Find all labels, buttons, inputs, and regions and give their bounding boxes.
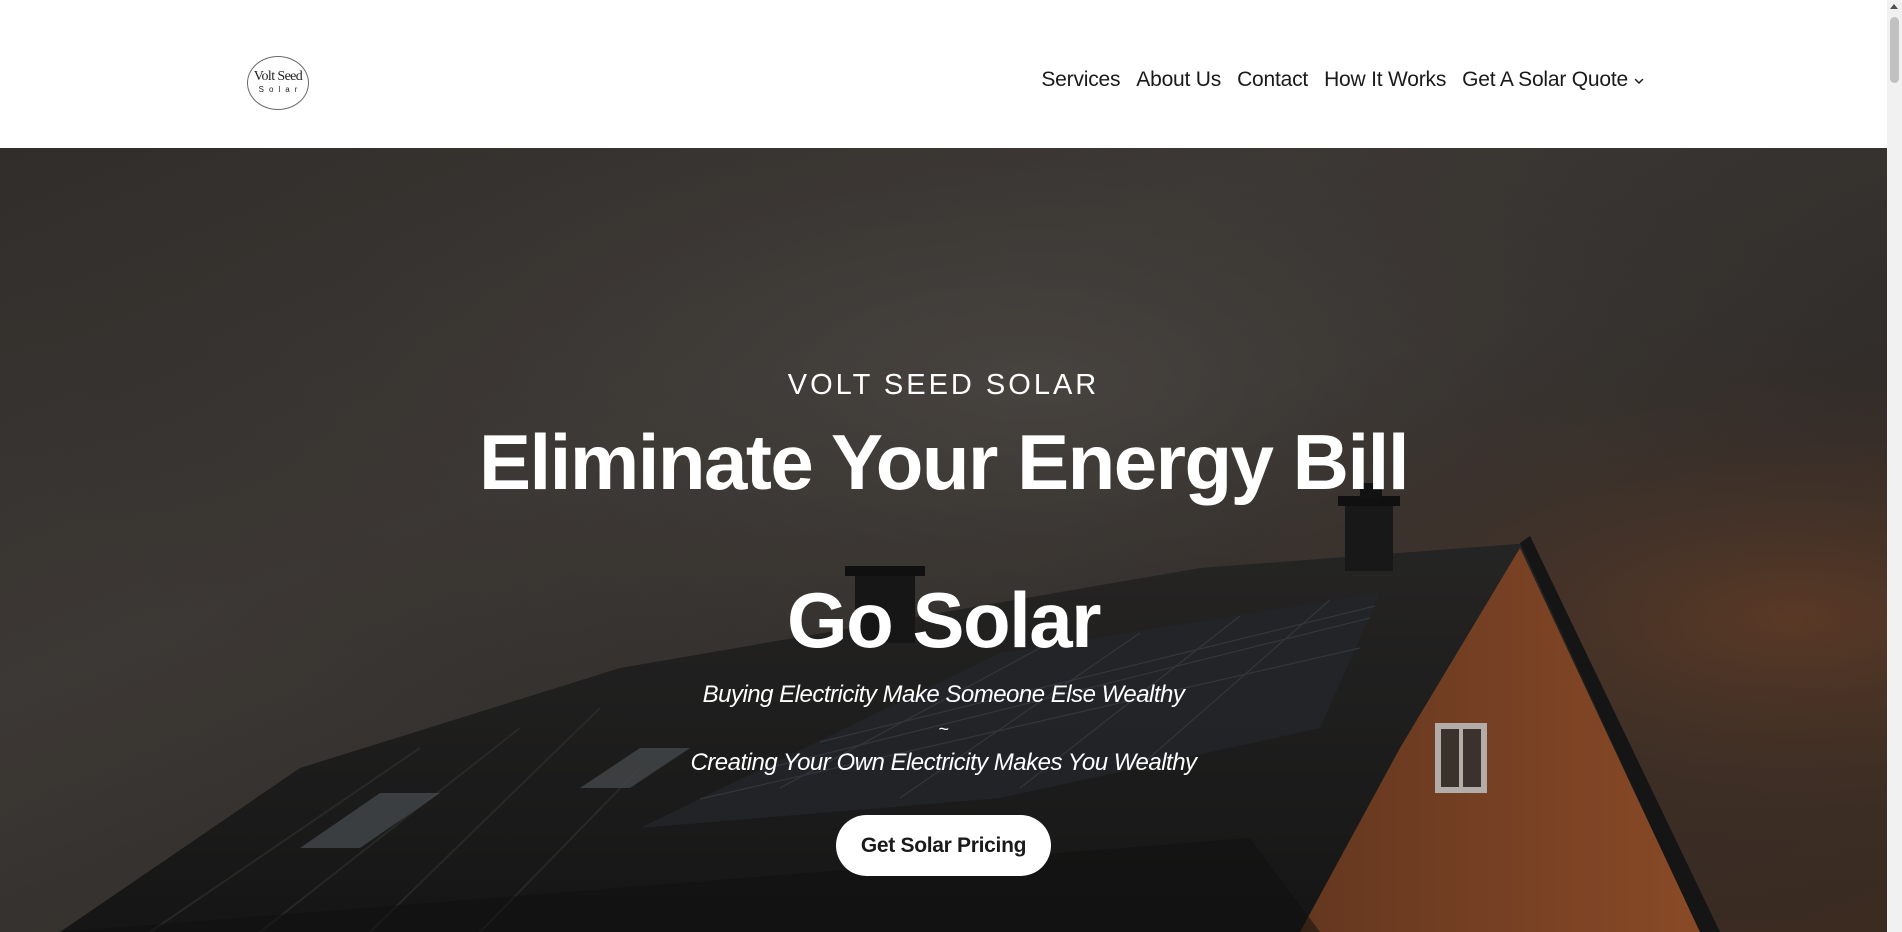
scrollbar-thumb[interactable] <box>1890 17 1899 83</box>
nav-link-services[interactable]: Services <box>1041 68 1120 92</box>
page: Volt Seed Solar Services About Us Contac… <box>0 0 1902 932</box>
nav-link-contact[interactable]: Contact <box>1237 68 1308 92</box>
main-nav: Services About Us Contact How It Works G… <box>1025 68 1645 92</box>
hero-subtitle-line2: Creating Your Own Electricity Makes You … <box>690 749 1197 776</box>
nav-dropdown-label: Get A Solar Quote <box>1462 68 1628 91</box>
nav-link-how-it-works[interactable]: How It Works <box>1324 68 1446 92</box>
get-solar-pricing-button[interactable]: Get Solar Pricing <box>836 815 1051 876</box>
logo-wordmark: Volt Seed <box>253 69 303 84</box>
hero-section: VOLT SEED SOLAR Eliminate Your Energy Bi… <box>0 148 1887 932</box>
nav-link-about-us[interactable]: About Us <box>1136 68 1221 92</box>
chevron-down-icon <box>1634 78 1644 84</box>
hero-title-line1: Eliminate Your Energy Bill <box>478 418 1410 506</box>
page-scrollbar[interactable] <box>1887 0 1902 932</box>
logo-tagline: Solar <box>258 85 303 94</box>
site-header: Volt Seed Solar Services About Us Contac… <box>0 0 1887 148</box>
hero-title-line2: Go Solar <box>786 576 1102 664</box>
site-logo[interactable]: Volt Seed Solar <box>247 56 309 110</box>
nav-dropdown-solar-quote[interactable]: Get A Solar Quote <box>1462 68 1645 92</box>
scroll-up-arrow-icon[interactable] <box>1890 4 1898 9</box>
hero-eyebrow: VOLT SEED SOLAR <box>787 369 1100 401</box>
hero-subtitle-line1: Buying Electricity Make Someone Else Wea… <box>702 681 1185 708</box>
hero-subtitle-separator: ~ <box>938 719 949 739</box>
